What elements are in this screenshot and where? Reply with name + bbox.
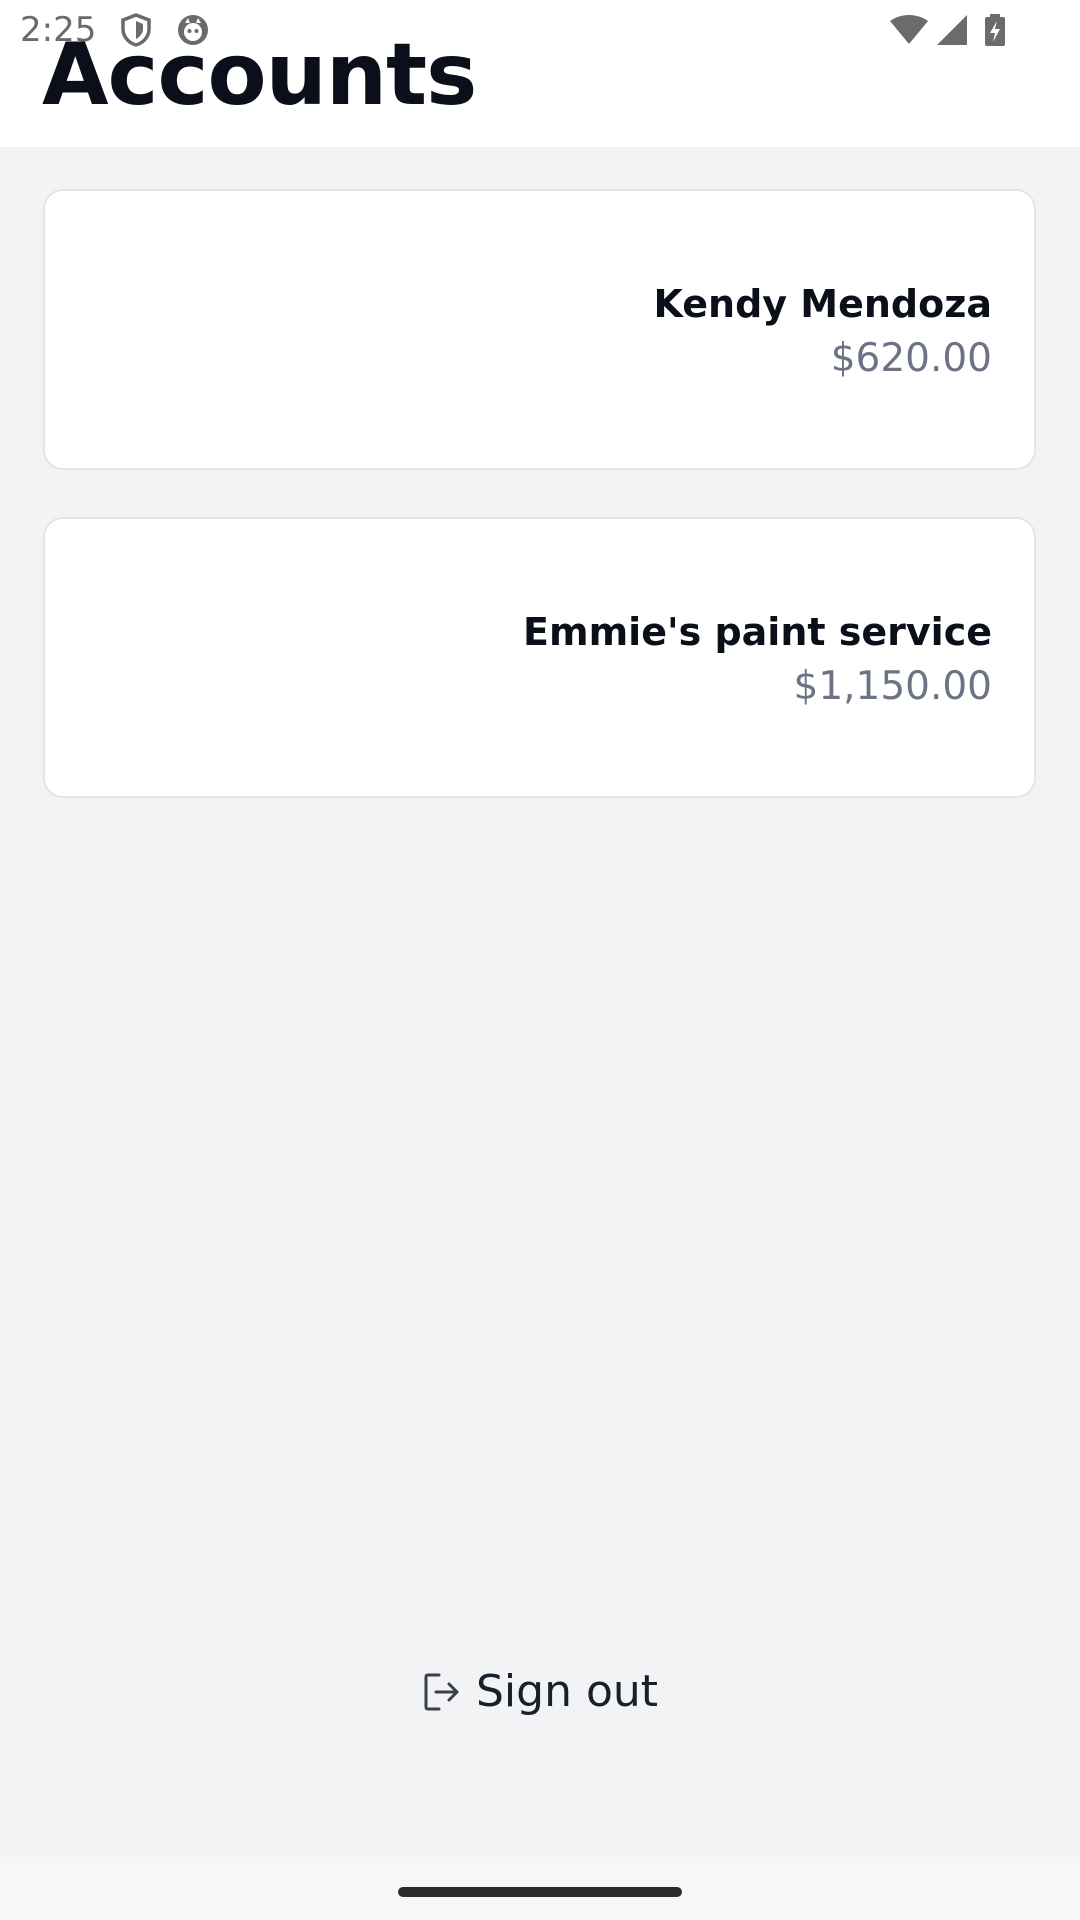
system-nav-bar [0, 1857, 1080, 1920]
account-amount: $620.00 [830, 336, 992, 381]
signal-icon [932, 12, 970, 48]
wifi-icon [888, 12, 930, 48]
sign-out-button[interactable]: Sign out [0, 1660, 1080, 1724]
home-indicator[interactable] [398, 1887, 682, 1897]
battery-charging-icon [978, 12, 1012, 48]
sign-out-icon [422, 1672, 462, 1712]
account-card[interactable]: Kendy Mendoza $620.00 [43, 189, 1036, 470]
sign-out-label: Sign out [475, 1666, 658, 1717]
page-title: Accounts [42, 25, 477, 125]
account-name: Emmie's paint service [523, 610, 992, 654]
account-amount: $1,150.00 [793, 664, 993, 709]
account-card[interactable]: Emmie's paint service $1,150.00 [43, 517, 1036, 798]
account-name: Kendy Mendoza [653, 282, 992, 326]
app-header: 2:25 Accounts [0, 0, 1080, 147]
